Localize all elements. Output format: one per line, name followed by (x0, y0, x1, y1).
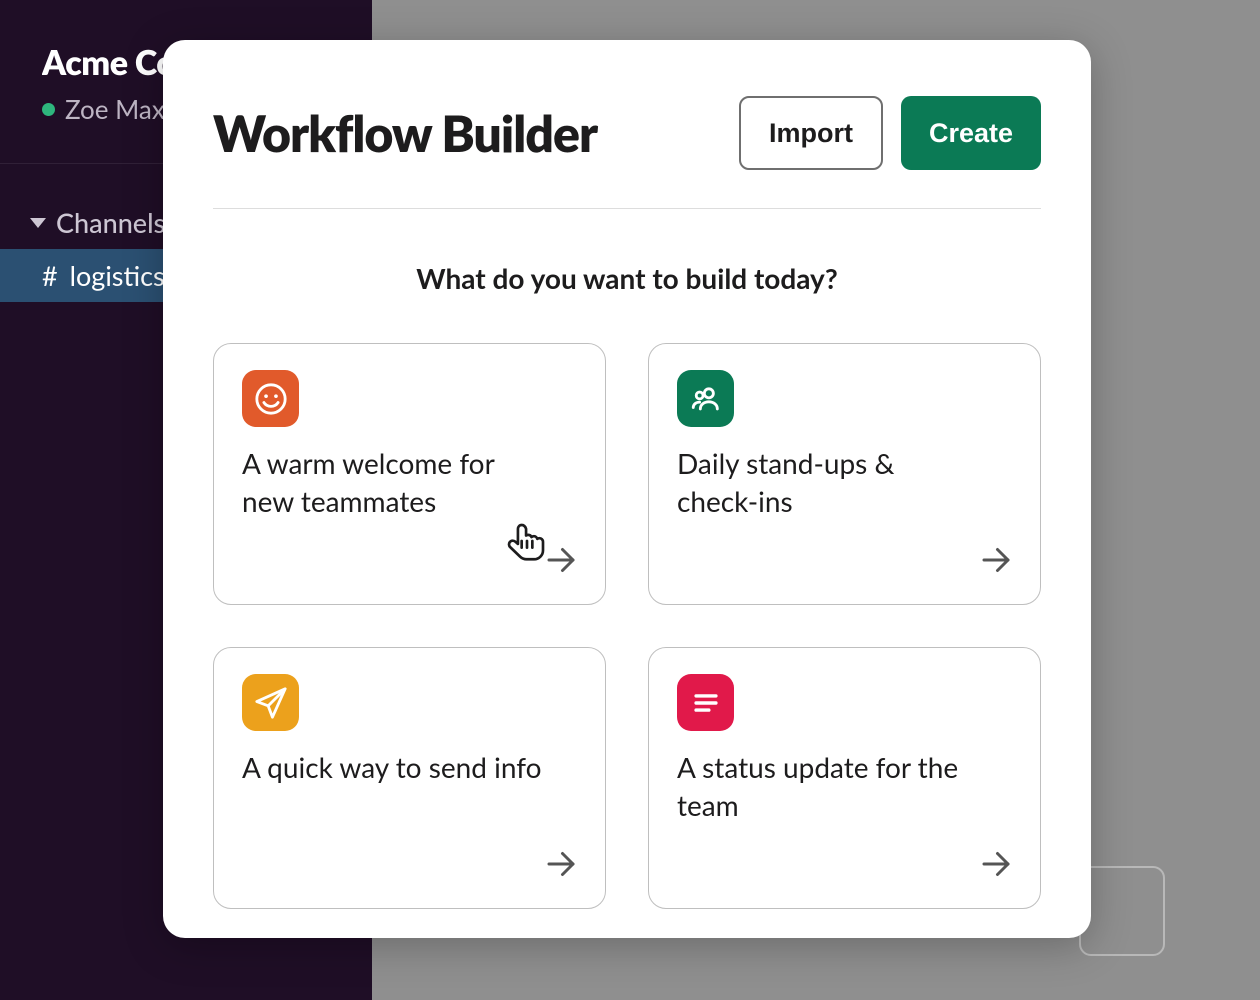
arrow-right-icon (543, 542, 579, 582)
modal-header: Workflow Builder Import Create (213, 96, 1041, 170)
arrow-right-icon (978, 846, 1014, 886)
hash-icon: # (42, 259, 58, 292)
create-button[interactable]: Create (901, 96, 1041, 170)
template-cards-grid: A warm welcome for new teammates Daily s… (213, 343, 1041, 909)
card-title: A status update for the team (677, 749, 977, 825)
workflow-builder-modal: Workflow Builder Import Create What do y… (163, 40, 1091, 938)
channels-label: Channels (56, 206, 165, 239)
divider (213, 208, 1041, 209)
smiley-icon (242, 370, 299, 427)
card-title: A warm welcome for new teammates (242, 445, 542, 521)
template-card-status-update[interactable]: A status update for the team (648, 647, 1041, 909)
channel-label: logistics (70, 259, 165, 292)
chevron-down-icon (30, 218, 46, 228)
people-icon (677, 370, 734, 427)
modal-subtitle: What do you want to build today? (213, 261, 1041, 295)
arrow-right-icon (543, 846, 579, 886)
modal-title: Workflow Builder (213, 103, 597, 163)
template-card-standups[interactable]: Daily stand-ups & check-ins (648, 343, 1041, 605)
modal-actions: Import Create (739, 96, 1041, 170)
template-card-welcome[interactable]: A warm welcome for new teammates (213, 343, 606, 605)
lines-icon (677, 674, 734, 731)
card-title: A quick way to send info (242, 749, 542, 787)
import-button[interactable]: Import (739, 96, 883, 170)
presence-active-icon (42, 103, 55, 116)
arrow-right-icon (978, 542, 1014, 582)
background-element (1079, 866, 1165, 956)
template-card-send-info[interactable]: A quick way to send info (213, 647, 606, 909)
paper-plane-icon (242, 674, 299, 731)
card-title: Daily stand-ups & check-ins (677, 445, 977, 521)
